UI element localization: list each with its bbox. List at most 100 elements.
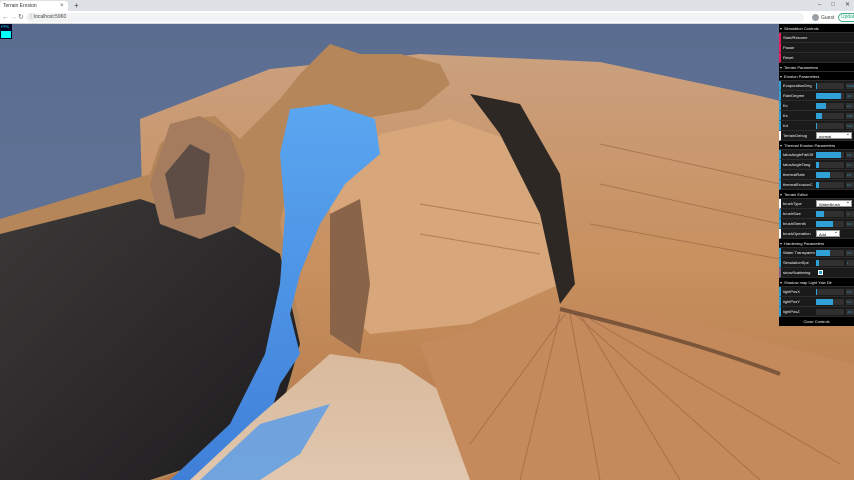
address-bar[interactable]: ⓘ localhost:5960 bbox=[26, 13, 804, 22]
slider-fill bbox=[816, 221, 833, 227]
slider-row: EvaporationDeg 0.003 bbox=[779, 81, 854, 91]
slider-track[interactable] bbox=[816, 152, 844, 158]
number-input[interactable]: 1 bbox=[846, 260, 854, 266]
slider-label: Kd bbox=[783, 123, 788, 128]
number-input[interactable]: 0.1 bbox=[846, 162, 854, 168]
brush-type-select[interactable]: WaterBrush bbox=[816, 199, 852, 207]
slider-fill bbox=[816, 250, 830, 256]
slider-label: talusAngleTang bbox=[783, 162, 811, 167]
fps-stats-panel[interactable]: FPS bbox=[0, 24, 12, 39]
slider-track[interactable] bbox=[816, 172, 844, 178]
number-input[interactable]: 0.5 bbox=[846, 172, 854, 178]
slider-fill bbox=[816, 113, 822, 119]
tab-title: Terrain Erosion bbox=[3, 3, 37, 9]
number-input[interactable]: 0.4 bbox=[846, 289, 854, 295]
slider-label: lightPosY bbox=[783, 299, 800, 304]
folder-shadow-light[interactable]: Shadow map Light Yaw Dir bbox=[779, 278, 854, 287]
tab-close-icon[interactable]: × bbox=[60, 1, 64, 11]
show-scattering-label: showScattering bbox=[783, 270, 811, 275]
slider-track[interactable] bbox=[816, 182, 844, 188]
slider-track[interactable] bbox=[816, 289, 844, 295]
slider-row: Ks 0.01 bbox=[779, 111, 854, 121]
show-scattering-checkbox[interactable] bbox=[818, 270, 823, 275]
close-controls-button[interactable]: Close Controls bbox=[779, 317, 854, 326]
number-input[interactable]: 4.5 bbox=[846, 93, 854, 99]
browser-tab[interactable]: Terrain Erosion × bbox=[0, 1, 68, 11]
slider-fill bbox=[816, 182, 819, 188]
slider-row: lightPosX 0.4 bbox=[779, 287, 854, 297]
maximize-icon[interactable]: □ bbox=[831, 0, 835, 11]
slider-track[interactable] bbox=[816, 103, 844, 109]
slider-track[interactable] bbox=[816, 93, 844, 99]
pause-button[interactable]: Pause bbox=[779, 43, 854, 53]
number-input[interactable]: 0.4 bbox=[846, 103, 854, 109]
slider-label: SimulationSpe bbox=[783, 260, 809, 265]
slider-row: talusAngleFallOff 0.9 bbox=[779, 150, 854, 160]
slider-track[interactable] bbox=[816, 211, 844, 217]
number-input[interactable]: 0.01 bbox=[846, 113, 854, 119]
forward-icon[interactable]: → bbox=[10, 11, 17, 24]
fps-label: FPS bbox=[1, 24, 9, 29]
slider-label: thermalRate bbox=[783, 172, 805, 177]
back-icon[interactable]: ← bbox=[2, 11, 9, 24]
folder-simulation-controls[interactable]: Simulation Controls bbox=[779, 24, 854, 33]
slider-track[interactable] bbox=[816, 123, 844, 129]
slider-row: SimulationSpe 1 bbox=[779, 258, 854, 268]
reset-button[interactable]: Reset bbox=[779, 53, 854, 63]
slider-track[interactable] bbox=[816, 113, 844, 119]
slider-row: thermalRate 0.5 bbox=[779, 170, 854, 180]
number-input[interactable]: 0.01 bbox=[846, 123, 854, 129]
hardening-rows: Water Transparen 0.5 SimulationSpe 1 bbox=[779, 248, 854, 268]
folder-thermal-erosion[interactable]: Thermal Erosion Parameters bbox=[779, 141, 854, 150]
url-text: localhost:5960 bbox=[34, 14, 67, 20]
profile-button[interactable]: Guest bbox=[812, 13, 834, 22]
slider-track[interactable] bbox=[816, 299, 844, 305]
slider-label: RainDegree bbox=[783, 93, 805, 98]
number-input[interactable]: 0.1 bbox=[846, 182, 854, 188]
slider-track[interactable] bbox=[816, 309, 844, 315]
number-input[interactable]: 0.6 bbox=[846, 221, 854, 227]
number-input[interactable]: 0.2 bbox=[846, 299, 854, 305]
slider-row: Kd 0.01 bbox=[779, 121, 854, 131]
slider-track[interactable] bbox=[816, 250, 844, 256]
terrain-canvas[interactable] bbox=[0, 24, 854, 480]
start-resume-button[interactable]: Start/Resume bbox=[779, 33, 854, 43]
number-input[interactable]: 0.003 bbox=[846, 83, 854, 89]
close-window-icon[interactable]: ✕ bbox=[845, 0, 850, 11]
number-input[interactable]: 0.9 bbox=[846, 152, 854, 158]
update-button[interactable]: Update bbox=[838, 13, 854, 22]
slider-label: lightPosZ bbox=[783, 309, 800, 314]
folder-terrain-editor[interactable]: Terrain Editor bbox=[779, 190, 854, 199]
folder-terrain-parameters[interactable]: Terrain Parameters bbox=[779, 63, 854, 72]
terrain-debug-select[interactable]: normal bbox=[816, 131, 852, 139]
slider-row: lightPosZ -0.6 bbox=[779, 307, 854, 317]
slider-fill bbox=[816, 152, 842, 158]
brush-operation-select[interactable]: Add bbox=[816, 229, 840, 237]
site-info-icon[interactable]: ⓘ bbox=[29, 13, 34, 22]
terrain-debug-row: TerrainDebug normal bbox=[779, 131, 854, 141]
slider-label: Ks bbox=[783, 113, 788, 118]
erosion-rows: EvaporationDeg 0.003 RainDegree 4.5 Kc 0.4 Ks 0… bbox=[779, 81, 854, 131]
brush-type-label: brushType bbox=[783, 201, 802, 206]
number-input[interactable]: 4 bbox=[846, 211, 854, 217]
window-controls: – □ ✕ bbox=[818, 0, 850, 11]
folder-erosion-parameters[interactable]: Erosion Parameters bbox=[779, 72, 854, 81]
reset-label: Reset bbox=[783, 55, 794, 60]
slider-row: brushStrenth 0.6 bbox=[779, 219, 854, 229]
slider-row: brushSize 4 bbox=[779, 209, 854, 219]
slider-track[interactable] bbox=[816, 83, 844, 89]
slider-track[interactable] bbox=[816, 162, 844, 168]
folder-hardening-parameters[interactable]: Hardening Parameters bbox=[779, 239, 854, 248]
new-tab-button[interactable]: + bbox=[74, 1, 79, 10]
reload-icon[interactable]: ↻ bbox=[18, 11, 24, 24]
number-input[interactable]: 0.5 bbox=[846, 250, 854, 256]
start-resume-label: Start/Resume bbox=[783, 35, 808, 40]
number-input[interactable]: -0.6 bbox=[846, 309, 854, 315]
slider-label: thermalErosionC bbox=[783, 182, 813, 187]
slider-row: talusAngleTang 0.1 bbox=[779, 160, 854, 170]
slider-track[interactable] bbox=[816, 221, 844, 227]
slider-fill bbox=[816, 211, 825, 217]
slider-track[interactable] bbox=[816, 260, 844, 266]
brush-operation-row: brushOperation Add bbox=[779, 229, 854, 239]
minimize-icon[interactable]: – bbox=[818, 0, 821, 11]
